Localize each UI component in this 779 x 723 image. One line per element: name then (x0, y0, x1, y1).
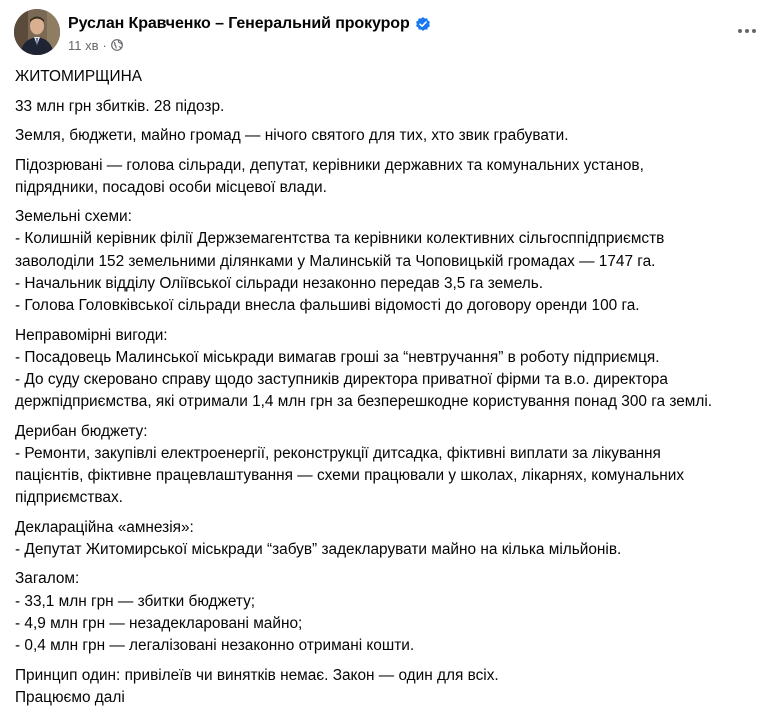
post-paragraph: ЖИТОМИРЩИНА (15, 66, 770, 88)
post-text-line: - 4,9 млн грн — незадекларовані майно; (15, 614, 303, 632)
post-text-line: - Начальник відділу Оліївської сільради … (15, 274, 544, 292)
post-text-line: 33 млн грн збитків. 28 підозр. (15, 97, 225, 115)
post-paragraph: Неправомірні вигоди: - Посадовець Малинсь… (15, 325, 770, 414)
post-text-line: - Ремонти, закупівлі електроенергії, рек… (15, 444, 661, 462)
post-text-line: Земля, бюджети, майно громад — нічого св… (15, 127, 569, 144)
post-text-line: Дерибан бюджету: (15, 422, 148, 440)
post-text-line: пацієнтів, фіктивне працевлаштування — с… (15, 467, 685, 485)
author-name[interactable]: Руслан Кравченко – Генеральний прокурор (68, 15, 410, 33)
post-text-line: Працюємо далі (15, 688, 125, 706)
post-paragraph: Принцип один: привілеїв чи винятків нема… (15, 665, 770, 709)
post-text-line: Неправомірні вигоди: (15, 326, 168, 344)
post-text-line: - Посадовець Малинської міськради вимага… (15, 348, 660, 366)
post-text-line: ЖИТОМИРЩИНА (15, 68, 142, 85)
verified-badge-icon (415, 16, 431, 32)
post-paragraph: Земельні схеми: - Колишній керівник філії… (15, 206, 770, 317)
post-paragraph: 33 млн грн збитків. 28 підозр. (15, 96, 770, 118)
post-text-line: - 0,4 млн грн — легалізовані незаконно о… (15, 637, 415, 655)
more-options-icon (738, 29, 756, 33)
author-avatar[interactable] (14, 9, 60, 55)
post-text-line: заволоділи 152 земельними ділянками у Ма… (15, 252, 656, 270)
post-text-line: - 33,1 млн грн — збитки бюджету; (15, 592, 256, 610)
post-text-line: Земельні схеми: (15, 208, 132, 226)
more-options-button[interactable] (733, 17, 761, 45)
post-paragraph: Земля, бюджети, майно громад — нічого св… (15, 125, 770, 147)
post-meta: 11 хв · (68, 36, 123, 54)
post-text-line: - До суду скеровано справу щодо заступни… (15, 370, 668, 388)
post-text-line: Деклараційна «амнезія»: (15, 518, 194, 536)
post-content: ЖИТОМИРЩИНА 33 млн грн збитків. 28 підозр… (15, 66, 770, 716)
post-paragraph: Загалом: - 33,1 млн грн — збитки бюджету;… (15, 568, 770, 657)
globe-icon[interactable] (110, 39, 123, 51)
post-text-line: - Колишній керівник філії Держземагентст… (15, 230, 665, 248)
post-paragraph: Підозрювані — голова сільради, депутат, … (15, 155, 770, 199)
post-paragraph: Деклараційна «амнезія»: - Депутат Житомир… (15, 517, 770, 561)
post-header: Руслан Кравченко – Генеральний прокурор … (14, 9, 769, 59)
post-text-line: Загалом: (15, 570, 80, 588)
post-text-line: Підозрювані — голова сільради, депутат, … (15, 156, 644, 174)
post-text-line: підприємствах. (15, 489, 123, 507)
post-paragraph: Дерибан бюджету: - Ремонти, закупівлі еле… (15, 421, 770, 510)
post-text-line: - Депутат Житомирської міськради “забув”… (15, 540, 622, 558)
post-timestamp[interactable]: 11 хв (68, 38, 99, 53)
post-text-line: Принцип один: привілеїв чи винятків нема… (15, 666, 499, 684)
post-text-line: підрядники, посадові особи місцевої влад… (15, 178, 327, 196)
post-text-line: - Голова Головківської сільради внесла ф… (15, 297, 640, 315)
post-text-line: держпідприємства, які отримали 1,4 млн г… (15, 393, 713, 411)
meta-separator: · (102, 37, 107, 53)
